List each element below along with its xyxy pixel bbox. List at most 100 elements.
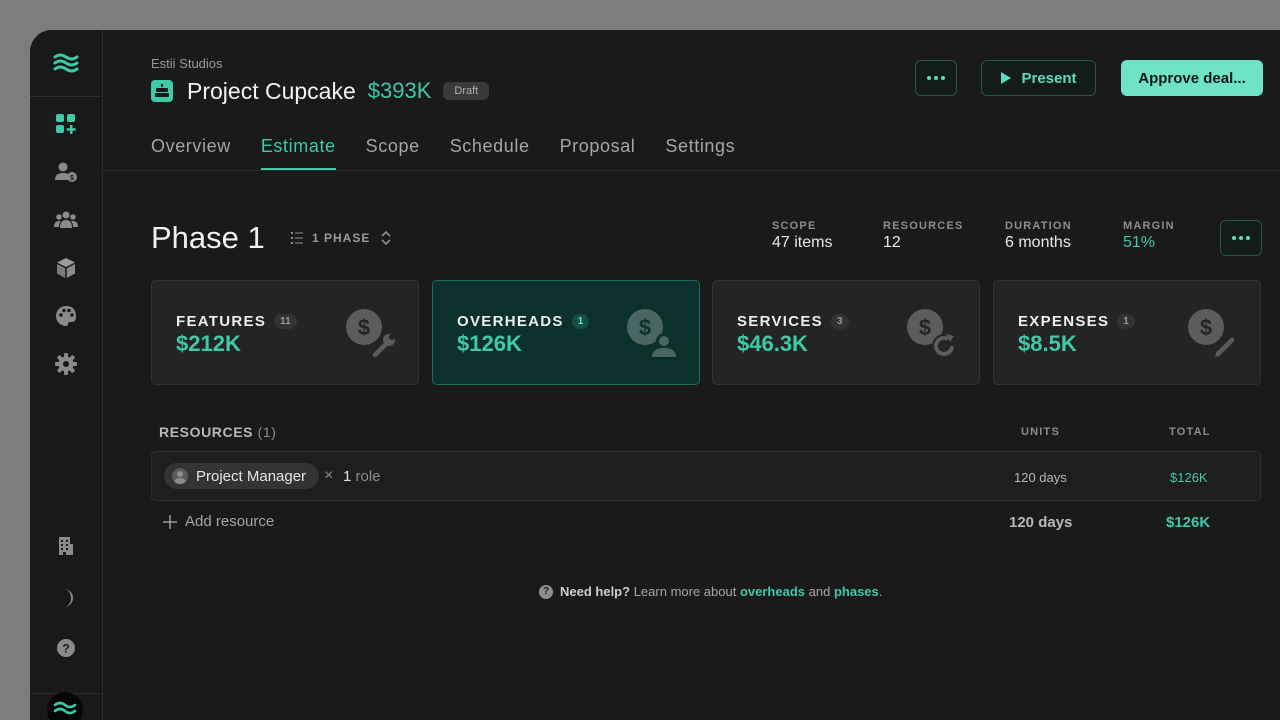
sidebar-item-clients[interactable]: $ (52, 158, 80, 186)
svg-text:$: $ (1200, 315, 1212, 340)
sidebar-item-settings[interactable] (52, 350, 80, 378)
help-and: and (808, 584, 831, 599)
row-units: 120 days (1014, 470, 1067, 485)
tab-overview[interactable]: Overview (151, 136, 231, 170)
card-expenses[interactable]: EXPENSES 1 $8.5K $ (993, 280, 1261, 385)
sum-units: 120 days (1009, 514, 1073, 531)
stat-label: DURATION (1005, 220, 1072, 232)
role-count[interactable]: 1 role (343, 468, 381, 485)
tab-schedule[interactable]: Schedule (450, 136, 530, 170)
card-count-badge: 11 (274, 314, 297, 329)
stat-margin: MARGIN 51% (1123, 220, 1175, 252)
svg-text:$: $ (358, 315, 370, 340)
card-value: $46.3K (737, 331, 808, 356)
phase-selector[interactable]: 1 PHASE (291, 230, 392, 246)
sidebar-item-organization[interactable] (52, 532, 80, 560)
card-value: $126K (457, 331, 522, 356)
more-dots-icon (1232, 236, 1250, 240)
main-content: Estii Studios Project Cupcake $393K Draf… (103, 30, 1280, 720)
table-row[interactable]: Project Manager × 1 role 120 days $126K (151, 451, 1261, 501)
sidebar-item-dashboard[interactable] (52, 110, 80, 138)
column-header-total: TOTAL (1169, 426, 1211, 438)
phases-link[interactable]: phases (834, 584, 879, 599)
avatar[interactable] (47, 692, 83, 720)
building-icon (59, 537, 73, 555)
account-area (30, 692, 102, 720)
tab-proposal[interactable]: Proposal (560, 136, 636, 170)
help-end: . (878, 584, 883, 599)
overheads-link[interactable]: overheads (740, 584, 805, 599)
present-label: Present (1021, 69, 1077, 87)
tab-scope[interactable]: Scope (366, 136, 420, 170)
more-dots-icon (927, 76, 945, 80)
card-overheads[interactable]: OVERHEADS 1 $126K $ (432, 280, 700, 385)
svg-text:$: $ (919, 315, 931, 340)
sidebar-item-branding[interactable] (52, 302, 80, 330)
stat-label: MARGIN (1123, 220, 1175, 232)
list-icon (291, 232, 303, 244)
resource-name: Project Manager (196, 467, 307, 485)
tabs-divider (103, 170, 1280, 171)
card-services[interactable]: SERVICES 3 $46.3K $ (712, 280, 980, 385)
approve-label: Approve deal... (1138, 69, 1246, 87)
dollar-pencil-icon: $ (1188, 309, 1238, 360)
card-title: SERVICES (737, 313, 823, 330)
dollar-person-icon: $ (627, 309, 676, 357)
card-label: FEATURES 11 (176, 313, 297, 330)
approve-deal-button[interactable]: Approve deal... (1121, 60, 1263, 96)
phase-title: Phase 1 (151, 220, 265, 255)
sum-total: $126K (1166, 514, 1211, 531)
tab-estimate[interactable]: Estimate (260, 136, 336, 170)
add-resource-button[interactable]: Add resource (163, 513, 274, 530)
stat-duration: DURATION 6 months (1005, 220, 1072, 252)
present-button[interactable]: Present (981, 60, 1096, 96)
row-total: $126K (1170, 470, 1208, 485)
dollar-refresh-icon: $ (907, 309, 956, 358)
card-title: FEATURES (176, 313, 267, 330)
multiply-icon: × (324, 467, 334, 484)
stat-value: 6 months (1005, 234, 1071, 251)
svg-text:$: $ (70, 175, 74, 182)
app-logo[interactable] (30, 30, 102, 97)
card-label: EXPENSES 1 (1018, 313, 1135, 330)
add-resource-label: Add resource (185, 513, 275, 530)
card-label: OVERHEADS 1 (457, 313, 590, 330)
sidebar-item-products[interactable] (52, 254, 80, 282)
app-window: $ ? Estii Studios Project Cupcake $393K … (30, 30, 1280, 720)
wave-logo-icon (53, 701, 77, 715)
resource-chip[interactable]: Project Manager (164, 463, 320, 489)
tab-bar: Overview Estimate Scope Schedule Proposa… (151, 136, 765, 170)
sidebar-item-theme[interactable] (52, 584, 80, 612)
user-dollar-icon: $ (55, 162, 77, 182)
role-count-unit: role (355, 468, 381, 485)
moon-icon (64, 589, 73, 607)
sidebar: $ ? (30, 30, 103, 720)
plus-icon (163, 514, 177, 529)
cake-icon (151, 80, 173, 102)
card-count-badge: 1 (1117, 314, 1135, 329)
svg-text:$: $ (639, 315, 651, 340)
tab-settings[interactable]: Settings (665, 136, 735, 170)
help-body: Learn more about (633, 584, 737, 599)
help-icon: ? (57, 639, 75, 657)
card-features[interactable]: FEATURES 11 $212K $ (151, 280, 419, 385)
sidebar-item-team[interactable] (52, 206, 80, 234)
card-title: OVERHEADS (457, 313, 564, 330)
card-count-badge: 3 (831, 314, 849, 329)
palette-icon (56, 306, 76, 326)
more-options-button[interactable] (915, 60, 957, 96)
question-icon: ? (539, 584, 553, 599)
project-value: $393K (367, 78, 432, 103)
phase-selector-label: 1 PHASE (312, 231, 371, 245)
organization-name: Estii Studios (151, 56, 223, 71)
help-lead: Need help? (560, 584, 631, 599)
dollar-wrench-icon: $ (346, 309, 395, 360)
person-icon (172, 468, 188, 484)
svg-text:?: ? (62, 642, 69, 656)
resources-header: RESOURCES (1) (159, 424, 277, 440)
stat-value: 47 items (772, 234, 833, 251)
sidebar-item-help[interactable]: ? (52, 634, 80, 662)
card-value: $8.5K (1018, 331, 1077, 356)
stat-label: SCOPE (772, 220, 817, 232)
phase-more-button[interactable] (1220, 220, 1262, 256)
